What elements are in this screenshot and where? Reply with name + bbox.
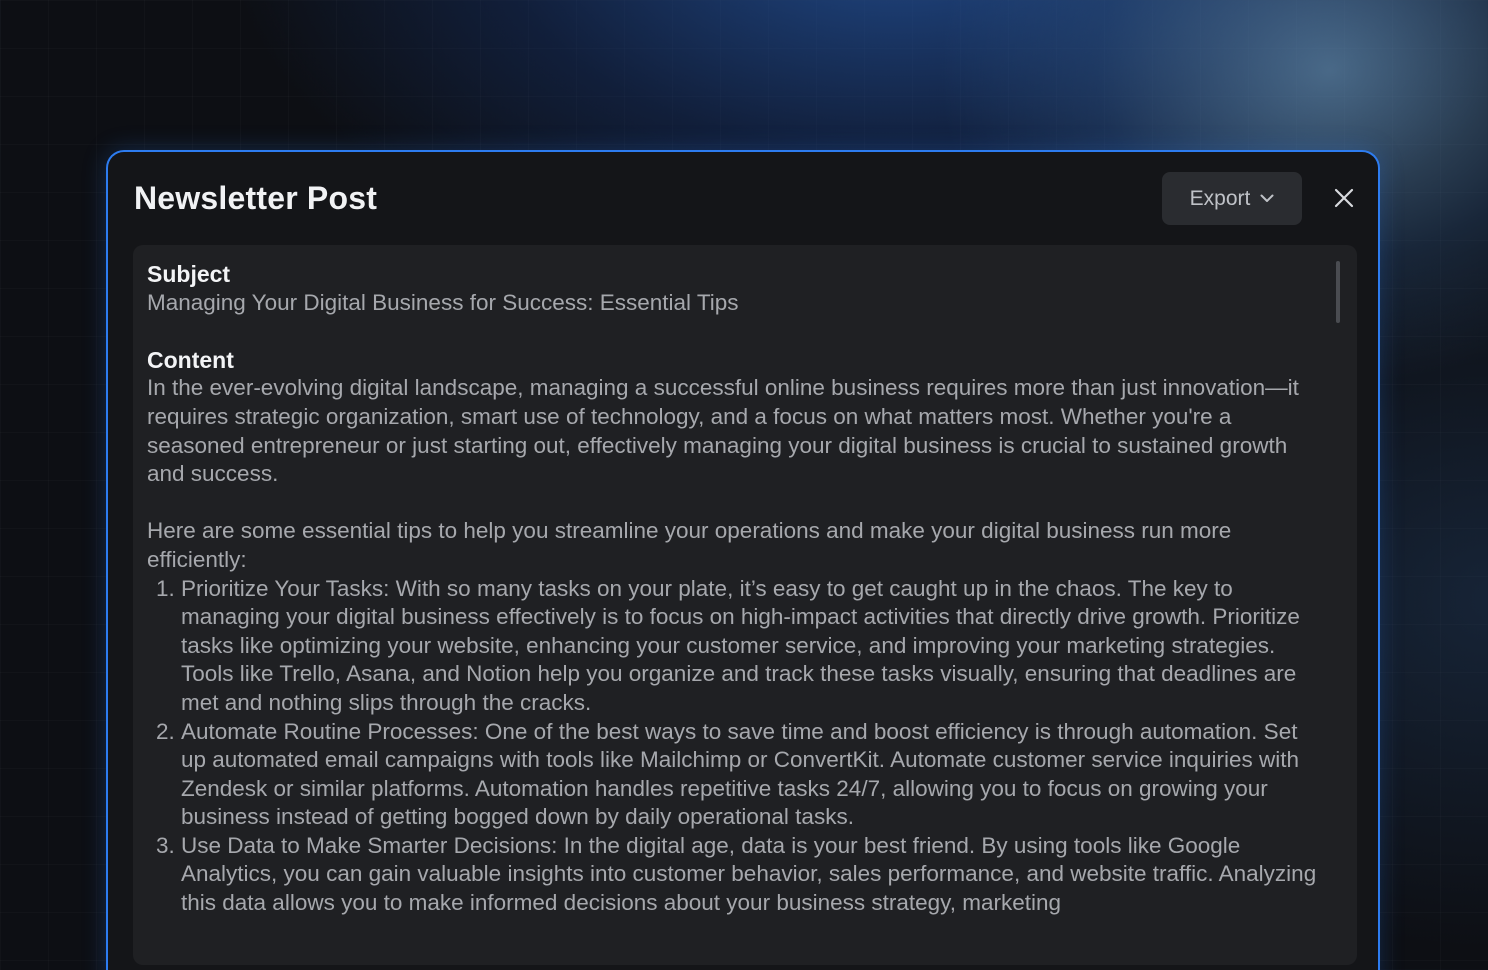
subject-label: Subject	[147, 261, 231, 287]
modal-title: Newsletter Post	[134, 180, 378, 216]
export-button[interactable]: Export	[1162, 172, 1302, 225]
subject-value: Managing Your Digital Business for Succe…	[147, 289, 739, 315]
close-icon	[1334, 188, 1354, 208]
chevron-down-icon	[1260, 194, 1274, 202]
content-panel[interactable]: Subject Managing Your Digital Business f…	[133, 245, 1357, 965]
scrollbar-thumb[interactable]	[1336, 261, 1340, 323]
content-intro: In the ever-evolving digital landscape, …	[147, 375, 1299, 487]
list-item: Prioritize Your Tasks: With so many task…	[181, 575, 1327, 718]
newsletter-body: Subject Managing Your Digital Business f…	[147, 260, 1327, 918]
close-button[interactable]	[1330, 184, 1358, 212]
export-button-label: Export	[1189, 186, 1251, 210]
tips-list: Prioritize Your Tasks: With so many task…	[147, 575, 1327, 918]
newsletter-modal: Newsletter Post Export Subject Managing …	[106, 150, 1380, 970]
content-lead: Here are some essential tips to help you…	[147, 518, 1232, 572]
list-item: Automate Routine Processes: One of the b…	[181, 718, 1327, 832]
content-label: Content	[147, 346, 234, 373]
list-item: Use Data to Make Smarter Decisions: In t…	[181, 832, 1327, 918]
